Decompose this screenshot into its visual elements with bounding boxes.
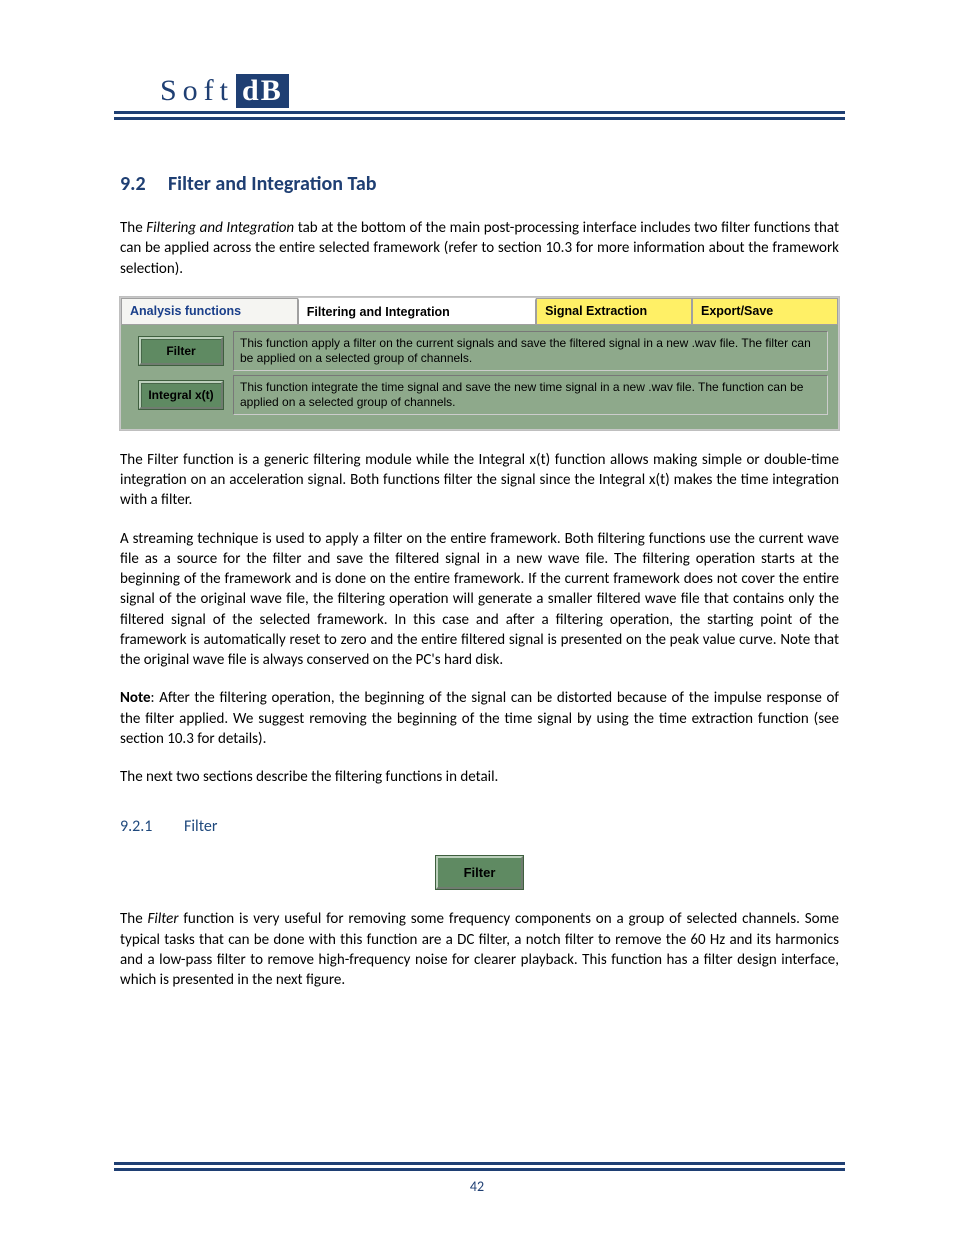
subsection-number: 9.2.1 (120, 817, 184, 836)
page-number: 42 (0, 1178, 954, 1195)
filter-button[interactable]: Filter (139, 337, 223, 365)
tab-analysis-functions[interactable]: Analysis functions (121, 298, 298, 325)
tab-export-save[interactable]: Export/Save (692, 298, 838, 325)
tab-signal-extraction[interactable]: Signal Extraction (536, 298, 692, 325)
function-row-integral: Integral x(t) This function integrate th… (131, 375, 828, 415)
note-paragraph: Note: After the filtering operation, the… (120, 688, 839, 749)
paragraph: The Filter function is very useful for r… (120, 909, 839, 990)
filter-inline-button[interactable]: Filter (436, 856, 524, 889)
subsection-heading: 9.2.1Filter (120, 817, 839, 836)
integral-button[interactable]: Integral x(t) (139, 381, 223, 409)
paragraph: The next two sections describe the filte… (120, 767, 839, 787)
brand-logo: SoftdB (150, 70, 299, 111)
section-title: Filter and Integration Tab (168, 172, 376, 196)
paragraph: The Filtering and Integration tab at the… (120, 218, 839, 279)
function-row-filter: Filter This function apply a filter on t… (131, 331, 828, 371)
section-number: 9.2 (120, 172, 168, 196)
header-rule: SoftdB (114, 70, 845, 120)
section-heading: 9.2Filter and Integration Tab (120, 172, 839, 196)
paragraph: The Filter function is a generic filteri… (120, 450, 839, 511)
logo-text-db: dB (236, 74, 289, 108)
inline-button-figure: Filter (120, 856, 839, 889)
filtering-tab-panel: Analysis functions Filtering and Integra… (120, 297, 839, 430)
tab-row: Analysis functions Filtering and Integra… (121, 298, 838, 325)
subsection-title: Filter (184, 817, 217, 836)
footer-rule (114, 1162, 845, 1171)
note-label: Note (120, 689, 151, 707)
paragraph: A streaming technique is used to apply a… (120, 529, 839, 671)
logo-text-soft: Soft (160, 74, 234, 107)
tab-body: Filter This function apply a filter on t… (121, 325, 838, 429)
tab-filtering-integration[interactable]: Filtering and Integration (298, 298, 536, 325)
integral-description: This function integrate the time signal … (233, 375, 828, 415)
filter-description: This function apply a filter on the curr… (233, 331, 828, 371)
